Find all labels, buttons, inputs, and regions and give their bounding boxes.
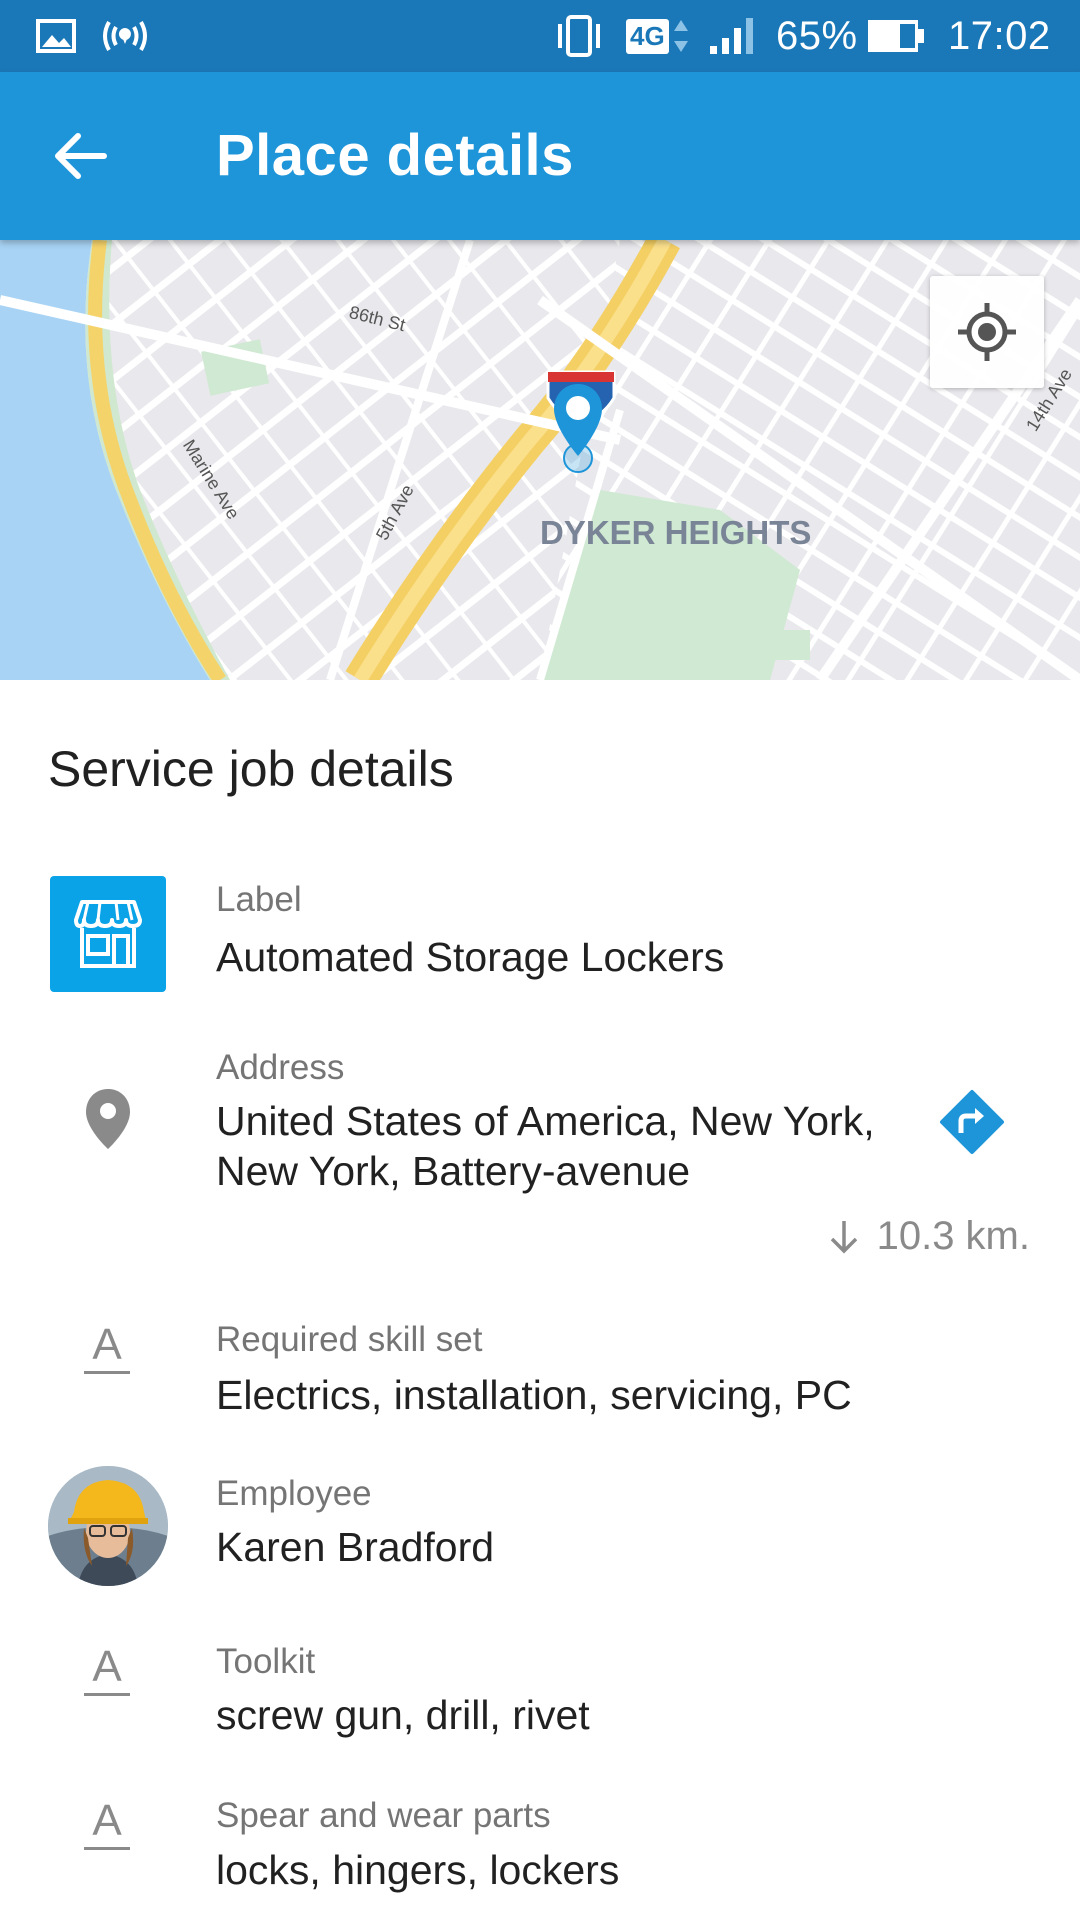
text-format-icon: A bbox=[84, 1798, 130, 1850]
section-title: Service job details bbox=[48, 741, 454, 797]
distance: 10.3 km. bbox=[827, 1214, 1030, 1259]
network-4g-icon: 4G bbox=[626, 0, 690, 72]
distance-value: 10.3 km. bbox=[876, 1214, 1030, 1258]
address-line-1: United States of America, New York, bbox=[216, 1098, 875, 1144]
avatar[interactable] bbox=[48, 1466, 168, 1586]
text-format-icon: A bbox=[84, 1322, 130, 1374]
employee-caption: Employee bbox=[216, 1474, 372, 1513]
map-neighborhood-label: DYKER HEIGHTS bbox=[540, 514, 812, 551]
directions-button[interactable] bbox=[936, 1086, 1008, 1158]
map-pin-icon[interactable] bbox=[552, 382, 604, 458]
hotspot-icon bbox=[100, 0, 150, 72]
skills-value: Electrics, installation, servicing, PC bbox=[216, 1372, 852, 1418]
location-pin-icon bbox=[80, 1086, 136, 1152]
status-bar: 4G 65% 17:02 bbox=[0, 0, 1080, 72]
store-icon bbox=[50, 876, 166, 992]
map-canvas bbox=[0, 240, 1080, 680]
vibrate-icon bbox=[552, 0, 606, 72]
back-button[interactable] bbox=[40, 116, 120, 196]
employee-value: Karen Bradford bbox=[216, 1524, 495, 1570]
clock: 17:02 bbox=[948, 13, 1051, 58]
gallery-icon bbox=[36, 0, 76, 72]
battery-percent: 65% bbox=[776, 13, 858, 58]
address-line-2: New York, Battery-avenue bbox=[216, 1148, 691, 1194]
parts-value: locks, hingers, lockers bbox=[216, 1847, 620, 1893]
network-type: 4G bbox=[626, 18, 669, 54]
battery-icon bbox=[866, 0, 926, 72]
arrow-down-icon bbox=[830, 1220, 857, 1253]
page-title: Place details bbox=[216, 123, 574, 188]
toolkit-caption: Toolkit bbox=[216, 1642, 316, 1681]
address-caption: Address bbox=[216, 1048, 345, 1087]
label-caption: Label bbox=[216, 880, 302, 919]
signal-icon bbox=[706, 0, 756, 72]
directions-icon bbox=[940, 1090, 1004, 1154]
toolkit-value: screw gun, drill, rivet bbox=[216, 1692, 590, 1738]
arrow-back-icon bbox=[55, 133, 107, 179]
skills-caption: Required skill set bbox=[216, 1320, 483, 1359]
text-format-icon: A bbox=[84, 1644, 130, 1696]
parts-caption: Spear and wear parts bbox=[216, 1796, 551, 1835]
my-location-button[interactable] bbox=[930, 276, 1044, 388]
my-location-icon bbox=[958, 303, 1016, 361]
app-bar: Place details bbox=[0, 72, 1080, 240]
label-value: Automated Storage Lockers bbox=[216, 934, 725, 980]
map-view[interactable]: 86th St Marine Ave 5th Ave 14th Ave DYKE… bbox=[0, 240, 1080, 680]
